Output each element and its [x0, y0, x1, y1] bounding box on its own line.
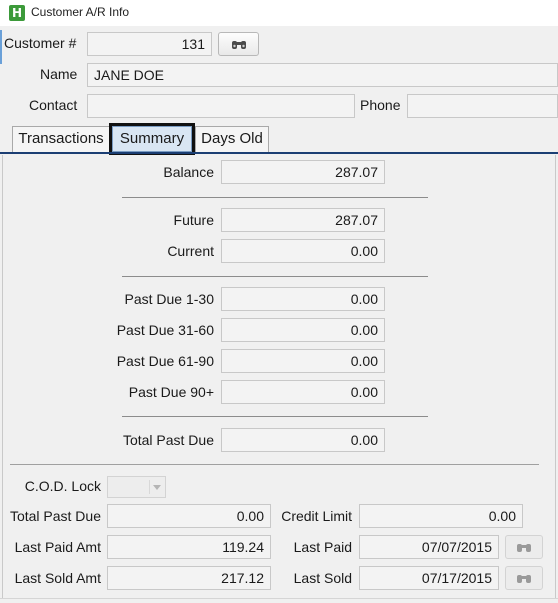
last-paid-label: Last Paid [293, 539, 352, 555]
balance-label: Balance [163, 164, 214, 180]
total-past-due-field: 0.00 [221, 428, 385, 452]
separator [122, 197, 428, 198]
past-due-90-plus-label: Past Due 90+ [128, 384, 214, 400]
past-due-1-30-field: 0.00 [221, 287, 385, 311]
last-sold-field: 07/17/2015 [359, 566, 499, 590]
total-past-due-label: Total Past Due [122, 432, 214, 448]
contact-field[interactable] [87, 94, 355, 118]
current-label: Current [167, 243, 214, 259]
chevron-down-icon [153, 485, 161, 490]
past-due-31-60-field: 0.00 [221, 318, 385, 342]
binoculars-icon [517, 574, 531, 583]
current-field: 0.00 [221, 239, 385, 263]
combo-divider [149, 480, 150, 494]
contact-label: Contact [29, 97, 78, 113]
title-bar: H Customer A/R Info [0, 0, 558, 26]
binoculars-icon [231, 40, 246, 49]
last-sold-lookup-button[interactable] [505, 566, 543, 590]
tab-transactions[interactable]: Transactions [12, 126, 110, 152]
window-bottom-edge [0, 598, 558, 603]
last-sold-amt-field: 217.12 [107, 566, 271, 590]
balance-field: 287.07 [221, 160, 385, 184]
tab-strip: Transactions Summary Days Old [0, 123, 558, 155]
last-paid-lookup-button[interactable] [505, 535, 543, 559]
footer-total-past-due-field: 0.00 [107, 504, 271, 528]
separator [10, 464, 539, 465]
separator [122, 276, 428, 277]
customer-lookup-button[interactable] [218, 32, 259, 56]
name-field[interactable]: JANE DOE [87, 63, 558, 87]
credit-limit-label: Credit Limit [281, 508, 352, 524]
tab-underline [0, 152, 558, 154]
customer-number-field[interactable]: 131 [87, 32, 212, 56]
window-title: Customer A/R Info [31, 5, 130, 19]
last-paid-field: 07/07/2015 [359, 535, 499, 559]
phone-label: Phone [360, 97, 401, 113]
last-paid-amt-field: 119.24 [107, 535, 271, 559]
credit-limit-field: 0.00 [359, 504, 523, 528]
focus-indicator [0, 30, 2, 64]
last-sold-label: Last Sold [293, 570, 352, 586]
future-label: Future [173, 212, 214, 228]
past-due-61-90-field: 0.00 [221, 349, 385, 373]
future-field: 287.07 [221, 208, 385, 232]
past-due-61-90-label: Past Due 61-90 [116, 353, 214, 369]
past-due-90-plus-field: 0.00 [221, 380, 385, 404]
name-label: Name [40, 66, 78, 82]
past-due-1-30-label: Past Due 1-30 [124, 291, 215, 307]
last-paid-amt-label: Last Paid Amt [14, 539, 101, 555]
footer-total-past-due-label: Total Past Due [9, 508, 101, 524]
tab-summary[interactable]: Summary [109, 123, 195, 155]
cod-lock-select[interactable] [107, 476, 166, 498]
binoculars-icon [517, 543, 531, 552]
cod-lock-label: C.O.D. Lock [24, 478, 101, 494]
past-due-31-60-label: Past Due 31-60 [116, 322, 214, 338]
last-sold-amt-label: Last Sold Amt [14, 570, 101, 586]
phone-field[interactable] [407, 94, 558, 118]
customer-number-label: Customer # [4, 35, 77, 51]
separator [122, 416, 428, 417]
app-icon: H [9, 5, 25, 21]
tab-days-old[interactable]: Days Old [195, 126, 269, 152]
